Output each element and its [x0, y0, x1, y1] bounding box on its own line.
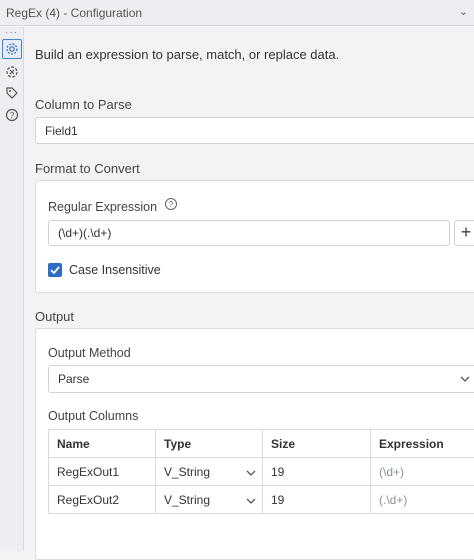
configuration-panel: Build an expression to parse, match, or …: [25, 27, 474, 551]
regex-help-icon[interactable]: ?: [164, 197, 178, 216]
format-to-convert-panel: Regular Expression ? (\d+)(.\d+) + Case …: [35, 180, 474, 293]
row-name-cell[interactable]: RegExOut1: [49, 458, 156, 486]
row-expression-cell: (.\d+): [371, 486, 474, 514]
tag-icon[interactable]: [2, 83, 22, 103]
column-to-parse-select[interactable]: Field1: [35, 117, 474, 144]
table-row: RegExOut1 V_String 19 (\d+): [49, 458, 474, 486]
svg-text:?: ?: [169, 200, 174, 209]
regex-input[interactable]: (\d+)(.\d+): [48, 220, 450, 246]
output-label: Output: [35, 309, 74, 324]
case-insensitive-checkbox[interactable]: [48, 263, 62, 277]
format-to-convert-label: Format to Convert: [35, 161, 140, 176]
output-method-label: Output Method: [48, 346, 131, 360]
help-icon[interactable]: ?: [2, 105, 22, 125]
icon-sidebar: ··· ?: [0, 27, 24, 551]
header-name: Name: [49, 430, 156, 458]
header-type: Type: [156, 430, 263, 458]
column-to-parse-value: Field1: [45, 124, 78, 138]
row-type-value: V_String: [164, 465, 210, 479]
row-name-cell[interactable]: RegExOut2: [49, 486, 156, 514]
row-type-value: V_String: [164, 493, 210, 507]
case-insensitive-label: Case Insensitive: [69, 263, 161, 277]
gear-icon[interactable]: [2, 39, 22, 59]
output-panel: Output Method Parse Output Columns Name …: [35, 328, 474, 560]
window-titlebar: RegEx (4) - Configuration ⌄: [0, 0, 474, 26]
table-row: RegExOut2 V_String 19 (.\d+): [49, 486, 474, 514]
collapse-chevron-icon[interactable]: ⌄: [459, 5, 468, 18]
svg-text:?: ?: [10, 111, 15, 120]
add-token-button[interactable]: +: [454, 220, 474, 246]
header-expression: Expression: [371, 430, 474, 458]
row-size-cell[interactable]: 19: [263, 486, 371, 514]
window-title: RegEx (4) - Configuration: [6, 6, 142, 20]
output-method-select[interactable]: Parse: [48, 365, 474, 393]
more-dots-icon[interactable]: ···: [5, 27, 18, 38]
checkmark-icon: [48, 263, 62, 277]
row-type-select[interactable]: V_String: [156, 486, 263, 514]
row-type-select[interactable]: V_String: [156, 458, 263, 486]
output-columns-label: Output Columns: [48, 409, 138, 423]
output-method-value: Parse: [58, 372, 89, 386]
tool-description: Build an expression to parse, match, or …: [35, 47, 339, 62]
output-columns-table: Name Type Size Expression RegExOut1 V_St…: [48, 429, 474, 514]
tool-icon[interactable]: [2, 62, 22, 82]
chevron-down-icon: [246, 498, 256, 505]
chevron-down-icon: [460, 376, 470, 383]
regex-value: (\d+)(.\d+): [58, 226, 111, 240]
column-to-parse-label: Column to Parse: [35, 97, 132, 112]
row-expression-cell: (\d+): [371, 458, 474, 486]
table-header-row: Name Type Size Expression: [49, 430, 474, 458]
header-size: Size: [263, 430, 371, 458]
regex-label: Regular Expression: [48, 200, 157, 214]
chevron-down-icon: [246, 470, 256, 477]
row-size-cell[interactable]: 19: [263, 458, 371, 486]
